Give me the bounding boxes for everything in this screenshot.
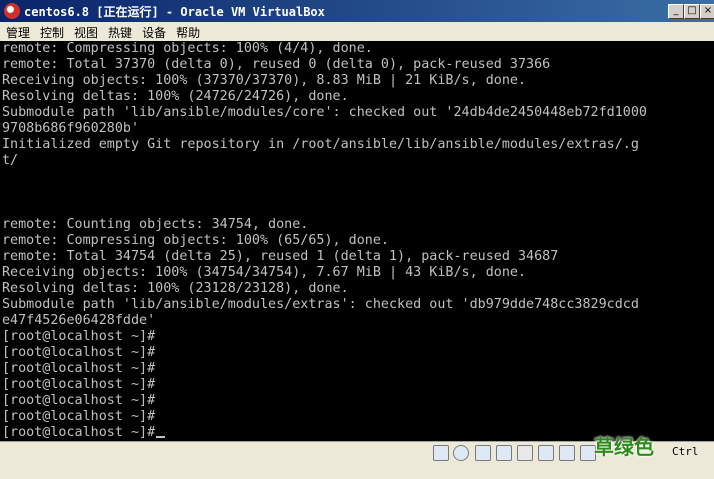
- virtualbox-app-icon: [4, 3, 20, 19]
- maximize-button[interactable]: □: [684, 4, 700, 19]
- capture-icon[interactable]: [559, 445, 575, 461]
- close-button[interactable]: ×: [700, 4, 714, 19]
- terminal-line: Submodule path 'lib/ansible/modules/extr…: [2, 297, 639, 312]
- host-key-label: Ctrl: [672, 445, 699, 458]
- text-cursor: [156, 436, 166, 438]
- terminal-line: 9708b686f960280b': [2, 121, 140, 136]
- terminal-line: [root@localhost ~]#: [2, 361, 156, 376]
- vm-console[interactable]: remote: Compressing objects: 100% (4/4),…: [0, 41, 714, 441]
- virtualbox-window: centos6.8 [正在运行] - Oracle VM VirtualBox …: [0, 0, 714, 479]
- terminal-line: Submodule path 'lib/ansible/modules/core…: [2, 105, 647, 120]
- terminal-line: remote: Total 34754 (delta 25), reused 1…: [2, 249, 559, 264]
- terminal-line: Initialized empty Git repository in /roo…: [2, 137, 639, 152]
- terminal-line: remote: Total 37370 (delta 0), reused 0 …: [2, 57, 551, 72]
- terminal-line: t/: [2, 153, 19, 168]
- terminal-line: remote: Compressing objects: 100% (4/4),…: [2, 41, 373, 56]
- usb-icon[interactable]: [475, 445, 491, 461]
- terminal-line: Resolving deltas: 100% (23128/23128), do…: [2, 281, 349, 296]
- title-bar[interactable]: centos6.8 [正在运行] - Oracle VM VirtualBox …: [0, 0, 714, 22]
- terminal-line: remote: Compressing objects: 100% (65/65…: [2, 233, 389, 248]
- terminal-line: Resolving deltas: 100% (24726/24726), do…: [2, 89, 349, 104]
- terminal-line: [root@localhost ~]#: [2, 377, 156, 392]
- terminal-line: [root@localhost ~]#: [2, 393, 156, 408]
- terminal-line: remote: Counting objects: 34754, done.: [2, 217, 309, 232]
- audio-icon[interactable]: [453, 445, 469, 461]
- watermark: 草绿色: [594, 435, 654, 459]
- terminal-line: [root@localhost ~]#: [2, 409, 156, 424]
- cd-icon[interactable]: [433, 445, 449, 461]
- terminal-line: [root@localhost ~]#: [2, 329, 156, 344]
- terminal-line: [root@localhost ~]#: [2, 425, 166, 441]
- display-icon[interactable]: [517, 445, 533, 461]
- network-icon[interactable]: [538, 445, 554, 461]
- menu-bar: 管理 控制 视图 热键 设备 帮助: [0, 22, 714, 42]
- terminal-line: [root@localhost ~]#: [2, 345, 156, 360]
- window-title: centos6.8 [正在运行] - Oracle VM VirtualBox: [24, 5, 325, 19]
- terminal-line: Receiving objects: 100% (34754/34754), 7…: [2, 265, 527, 280]
- minimize-button[interactable]: _: [668, 4, 684, 19]
- terminal-line: e47f4526e06428fdde': [2, 313, 156, 328]
- terminal-line: Receiving objects: 100% (37370/37370), 8…: [2, 73, 527, 88]
- shared-folders-icon[interactable]: [496, 445, 512, 461]
